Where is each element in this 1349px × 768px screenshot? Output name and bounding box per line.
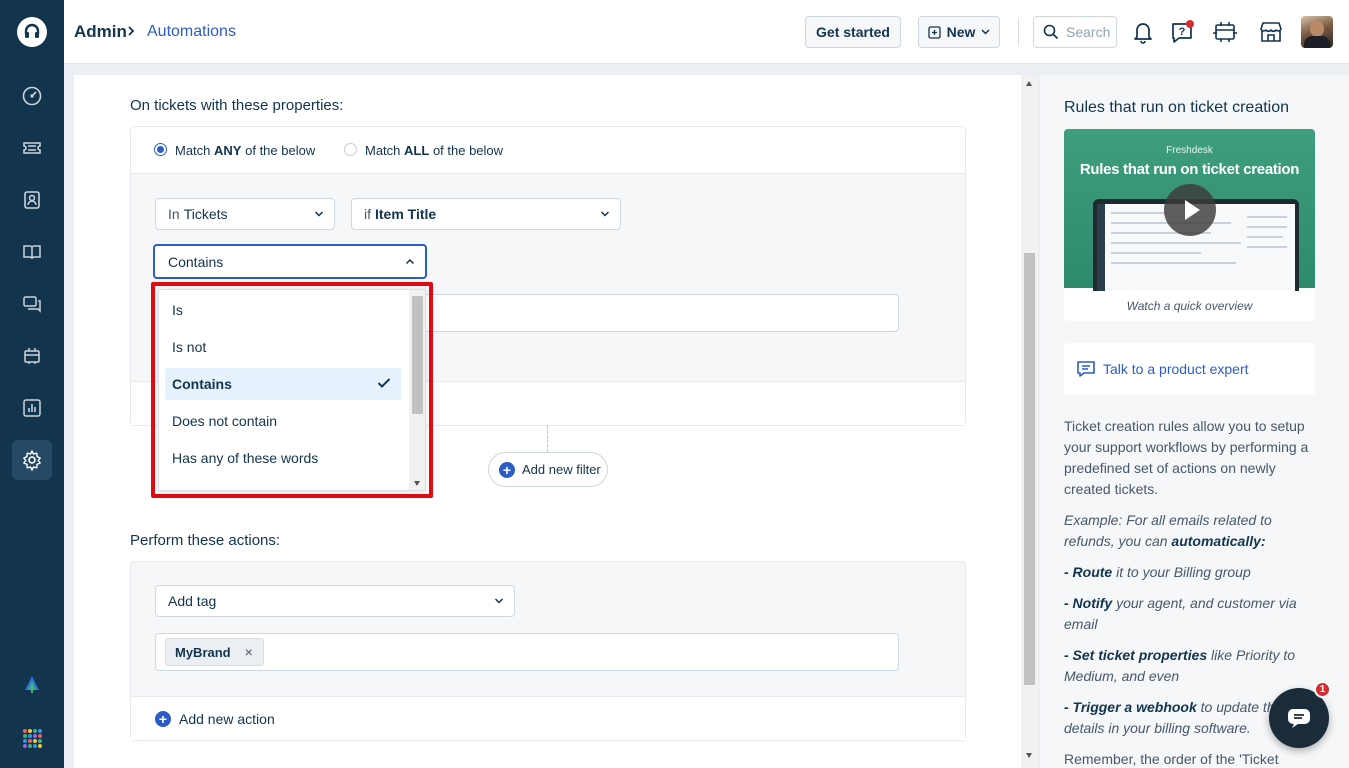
chevron-down-icon bbox=[981, 29, 990, 35]
entity-select[interactable]: In Tickets bbox=[155, 198, 335, 230]
dropdown-option-contains-label: Contains bbox=[172, 376, 232, 392]
tag-chip: MyBrand × bbox=[165, 638, 264, 666]
chat-icon bbox=[1288, 709, 1310, 728]
left-nav bbox=[0, 0, 64, 768]
scroll-up-arrow-icon[interactable] bbox=[1026, 81, 1032, 86]
dropdown-scrollbar-thumb[interactable] bbox=[412, 296, 423, 414]
add-new-action-button[interactable]: + Add new action bbox=[131, 696, 965, 740]
new-button[interactable]: New bbox=[918, 16, 1000, 48]
action-select[interactable]: Add tag bbox=[155, 585, 515, 617]
side-bullet-properties: - Set ticket properties like Priority to… bbox=[1064, 647, 1296, 684]
chevron-down-icon bbox=[494, 598, 504, 604]
action-select-value: Add tag bbox=[168, 593, 217, 609]
match-any-label[interactable]: Match ANY of the below bbox=[175, 143, 315, 158]
dropdown-scrollbar[interactable] bbox=[409, 290, 425, 490]
entity-select-value: Tickets bbox=[183, 206, 228, 222]
breadcrumb-admin[interactable]: Admin bbox=[74, 22, 127, 42]
chevron-up-icon bbox=[405, 258, 415, 265]
match-all-label[interactable]: Match ALL of the below bbox=[365, 143, 503, 158]
svg-text:?: ? bbox=[1179, 26, 1186, 38]
side-bullet-notify: - Notify your agent, and customer via em… bbox=[1064, 595, 1297, 632]
main-scrollbar-thumb[interactable] bbox=[1024, 253, 1035, 685]
main-scrollbar[interactable] bbox=[1021, 75, 1038, 768]
chat-bubble-icon bbox=[1077, 361, 1095, 377]
match-row: Match ANY of the below Match ALL of the … bbox=[130, 126, 966, 174]
top-header: Admin Automations Get started New Search… bbox=[64, 0, 1349, 64]
freshdesk-logo-icon[interactable] bbox=[17, 17, 47, 47]
video-title: Rules that run on ticket creation bbox=[1079, 161, 1300, 178]
reports-icon[interactable] bbox=[12, 388, 52, 428]
operator-dropdown-list: Is Is not Contains Does not contain Has … bbox=[158, 289, 426, 491]
video-caption: Watch a quick overview bbox=[1126, 299, 1253, 313]
help-icon[interactable]: ? bbox=[1168, 18, 1196, 46]
side-bullet-route: - Route it to your Billing group bbox=[1064, 564, 1251, 580]
calendar-tools-icon[interactable] bbox=[1211, 18, 1239, 46]
knowledge-base-icon[interactable] bbox=[12, 232, 52, 272]
chevron-down-icon bbox=[600, 211, 610, 217]
operator-select-value: Contains bbox=[168, 253, 224, 270]
admin-settings-icon[interactable] bbox=[12, 440, 52, 480]
play-icon[interactable] bbox=[1164, 184, 1216, 236]
field-select[interactable]: if Item Title bbox=[351, 198, 621, 230]
talk-to-expert-label: Talk to a product expert bbox=[1103, 361, 1249, 377]
search-icon bbox=[1043, 24, 1059, 40]
dashboard-icon[interactable] bbox=[12, 76, 52, 116]
condition-value-input[interactable] bbox=[420, 294, 899, 332]
video-thumbnail[interactable]: Freshdesk Rules that run on ticket creat… bbox=[1064, 129, 1315, 291]
add-new-action-label: Add new action bbox=[179, 710, 275, 727]
automations-icon[interactable] bbox=[12, 336, 52, 376]
chat-notification-badge: 1 bbox=[1314, 681, 1331, 698]
side-panel-title: Rules that run on ticket creation bbox=[1064, 99, 1290, 116]
add-new-filter-button[interactable]: + Add new filter bbox=[488, 452, 608, 487]
plus-circle-icon: + bbox=[155, 710, 171, 727]
checkmark-icon bbox=[377, 378, 391, 388]
video-brand: Freshdesk bbox=[1166, 145, 1213, 156]
side-remember: Remember, the order of the 'Ticket bbox=[1064, 751, 1279, 767]
chevron-right-icon bbox=[126, 24, 136, 41]
user-avatar[interactable] bbox=[1301, 16, 1333, 48]
dropdown-option-does-not-contain[interactable]: Does not contain bbox=[165, 405, 401, 437]
actions-section-title: Perform these actions: bbox=[130, 532, 281, 549]
chevron-down-icon bbox=[314, 211, 324, 217]
dropdown-option-has-any-words[interactable]: Has any of these words bbox=[165, 442, 401, 474]
app-switcher-icon[interactable] bbox=[12, 718, 52, 758]
connector-line bbox=[547, 426, 548, 452]
side-description: Ticket creation rules allow you to setup… bbox=[1064, 418, 1309, 497]
new-button-label: New bbox=[946, 24, 976, 40]
video-card[interactable]: Freshdesk Rules that run on ticket creat… bbox=[1064, 129, 1315, 321]
dropdown-option-contains[interactable]: Contains bbox=[165, 368, 401, 400]
plus-circle-icon: + bbox=[499, 461, 515, 478]
dropdown-option-is[interactable]: Is bbox=[165, 294, 401, 326]
talk-to-expert-link[interactable]: Talk to a product expert bbox=[1064, 343, 1315, 395]
bell-icon[interactable] bbox=[1129, 18, 1157, 46]
get-started-button[interactable]: Get started bbox=[805, 16, 901, 48]
search-placeholder: Search bbox=[1066, 24, 1111, 40]
contacts-icon[interactable] bbox=[12, 180, 52, 220]
header-divider bbox=[1018, 18, 1019, 46]
scroll-down-arrow-icon[interactable] bbox=[1026, 753, 1032, 758]
add-new-filter-label: Add new filter bbox=[522, 462, 601, 477]
breadcrumb-automations[interactable]: Automations bbox=[147, 23, 236, 41]
field-select-value: Item Title bbox=[375, 206, 437, 222]
plus-square-icon bbox=[927, 25, 941, 39]
tag-remove-icon[interactable]: × bbox=[245, 644, 253, 660]
dropdown-option-is-not[interactable]: Is not bbox=[165, 331, 401, 363]
tickets-icon[interactable] bbox=[12, 128, 52, 168]
side-example: Example: For all emails related to refun… bbox=[1064, 512, 1272, 549]
tree-app-icon[interactable] bbox=[12, 664, 52, 704]
forums-icon[interactable] bbox=[12, 284, 52, 324]
operator-select[interactable]: Contains bbox=[153, 244, 427, 279]
tag-input[interactable] bbox=[155, 633, 899, 671]
marketplace-icon[interactable] bbox=[1257, 18, 1285, 46]
conditions-section-title: On tickets with these properties: bbox=[130, 97, 344, 114]
tag-label: MyBrand bbox=[175, 644, 231, 660]
search-input[interactable]: Search bbox=[1033, 16, 1117, 48]
match-all-radio[interactable] bbox=[344, 143, 357, 156]
scroll-down-arrow-icon[interactable] bbox=[414, 481, 420, 486]
match-any-radio[interactable] bbox=[154, 143, 167, 156]
